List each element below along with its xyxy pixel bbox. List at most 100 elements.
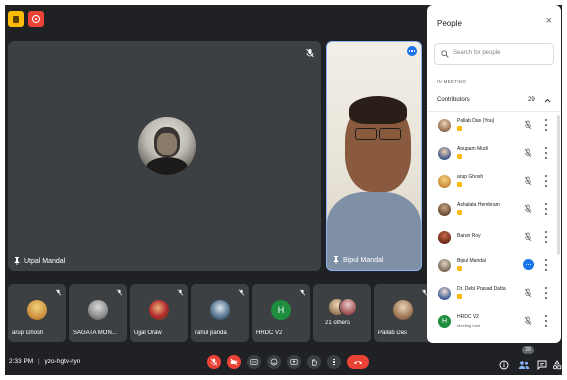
pin-icon (14, 257, 20, 265)
search-input[interactable]: Search for people (453, 50, 500, 56)
mic-toggle-button[interactable] (207, 355, 221, 369)
others-count-label: 21 others (325, 320, 351, 326)
avatar (438, 175, 451, 188)
meeting-details-button[interactable] (499, 357, 509, 370)
mic-off-icon (306, 48, 314, 58)
avatar-group (328, 298, 358, 316)
more-vert-icon (333, 358, 335, 366)
activities-button[interactable] (8, 11, 24, 27)
strip-tile-sagata[interactable]: SAGATA MON... (69, 284, 127, 342)
mic-off-icon[interactable] (524, 120, 532, 130)
avatar (27, 300, 47, 320)
more-vert-icon[interactable] (544, 231, 548, 243)
captions-button[interactable] (247, 355, 261, 369)
record-icon (32, 15, 40, 23)
status-badge (457, 210, 462, 215)
mic-off-icon[interactable] (524, 232, 532, 242)
present-button[interactable] (287, 355, 301, 369)
more-vert-icon[interactable] (544, 259, 548, 271)
strip-tile-pallab[interactable]: Pallab Das (374, 284, 432, 342)
chat-icon (537, 360, 547, 371)
participant-row[interactable]: Ashalata Hembram (427, 199, 561, 227)
status-badge (457, 126, 462, 131)
mic-off-icon (177, 289, 184, 296)
more-vert-icon[interactable] (544, 119, 548, 131)
participant-row[interactable]: Dr. Debi Prasad Datta (427, 283, 561, 311)
meeting-code: yzo-hgtv-ryn (44, 358, 81, 365)
participant-row[interactable]: Bipul Mandal (427, 255, 561, 283)
participant-name: Anupam Mudi (457, 146, 488, 152)
tile-name-label: HRDC V2 (256, 330, 283, 336)
emoji-button[interactable] (267, 355, 281, 369)
participant-row[interactable]: arup Ghosh (427, 171, 561, 199)
mic-off-icon (299, 289, 306, 296)
more-options-button[interactable] (327, 355, 341, 369)
mic-off-icon[interactable] (524, 176, 532, 186)
mic-off-icon[interactable] (524, 288, 532, 298)
main-tile-bipul[interactable]: Bipul Mandal (326, 41, 422, 271)
search-box[interactable]: Search for people (434, 43, 554, 65)
participant-name: Ashalata Hembram (457, 202, 500, 208)
pin-icon (333, 256, 339, 264)
participant-row[interactable]: Pallab Das (You) (427, 115, 561, 143)
avatar (438, 287, 451, 300)
participant-name: Pallab Das (You) (457, 118, 495, 124)
avatar: H (271, 300, 291, 320)
strip-tile-hrdc[interactable]: H HRDC V2 (252, 284, 310, 342)
panel-scrollbar[interactable] (557, 115, 560, 255)
info-icon (499, 360, 509, 370)
participant-name: arup Ghosh (457, 174, 484, 180)
mic-off-icon[interactable] (524, 148, 532, 158)
mic-off-icon[interactable] (524, 204, 532, 214)
tile-name-label: Bipul Mandal (343, 256, 384, 264)
group-count: 29 (528, 97, 535, 103)
more-vert-icon[interactable] (544, 315, 548, 327)
camera-toggle-button[interactable] (227, 355, 241, 369)
participant-row[interactable]: H HRDC V2 Meeting host (427, 311, 561, 339)
more-vert-icon[interactable] (544, 287, 548, 299)
contributors-header[interactable]: Contributors 29 (427, 91, 561, 112)
activities-button[interactable] (552, 357, 562, 370)
strip-tile-arup[interactable]: arup Ghosh (8, 284, 66, 342)
chat-button[interactable] (537, 357, 547, 371)
strip-tile-others[interactable]: 21 others (313, 284, 371, 342)
avatar: H (438, 315, 451, 328)
avatar (210, 300, 230, 320)
mic-off-icon[interactable] (524, 316, 532, 326)
close-icon[interactable]: × (546, 16, 552, 27)
people-button[interactable] (518, 357, 530, 369)
emoji-icon (270, 358, 278, 366)
tile-name-label: SAGATA MON... (73, 330, 117, 336)
hand-icon (312, 358, 317, 366)
more-vert-icon[interactable] (544, 175, 548, 187)
avatar (393, 300, 413, 320)
chevron-up-icon (544, 98, 551, 103)
strip-tile-ujjal[interactable]: Ujjal Oraw (130, 284, 188, 342)
leave-call-button[interactable] (347, 355, 369, 369)
avatar (438, 231, 451, 244)
participant-row[interactable]: Barun Roy (427, 227, 561, 255)
mic-off-icon (238, 289, 245, 296)
status-badge (457, 266, 462, 271)
status-badge (457, 294, 462, 299)
tile-name-utpal: Utpal Mandal (14, 257, 65, 265)
present-icon (290, 359, 298, 365)
participant-name: Dr. Debi Prasad Datta (457, 286, 506, 292)
strip-tile-rahul[interactable]: rahul panda (191, 284, 249, 342)
tile-name-label: Utpal Mandal (24, 257, 66, 265)
avatar (438, 147, 451, 160)
mic-off-icon (210, 358, 218, 366)
mic-off-icon (116, 289, 123, 296)
more-vert-icon[interactable] (544, 147, 548, 159)
raise-hand-button[interactable] (307, 355, 321, 369)
participant-row[interactable]: Anupam Mudi (427, 143, 561, 171)
more-options-button[interactable] (407, 46, 417, 56)
people-panel: People × Search for people IN MEETING Co… (427, 5, 561, 343)
more-vert-icon[interactable] (544, 203, 548, 215)
avatar (438, 119, 451, 132)
recording-button[interactable] (28, 11, 44, 27)
video-feed (327, 42, 421, 270)
avatar-initial: H (277, 305, 285, 315)
status-badge (457, 154, 462, 159)
main-tile-utpal[interactable]: Utpal Mandal (8, 41, 321, 271)
